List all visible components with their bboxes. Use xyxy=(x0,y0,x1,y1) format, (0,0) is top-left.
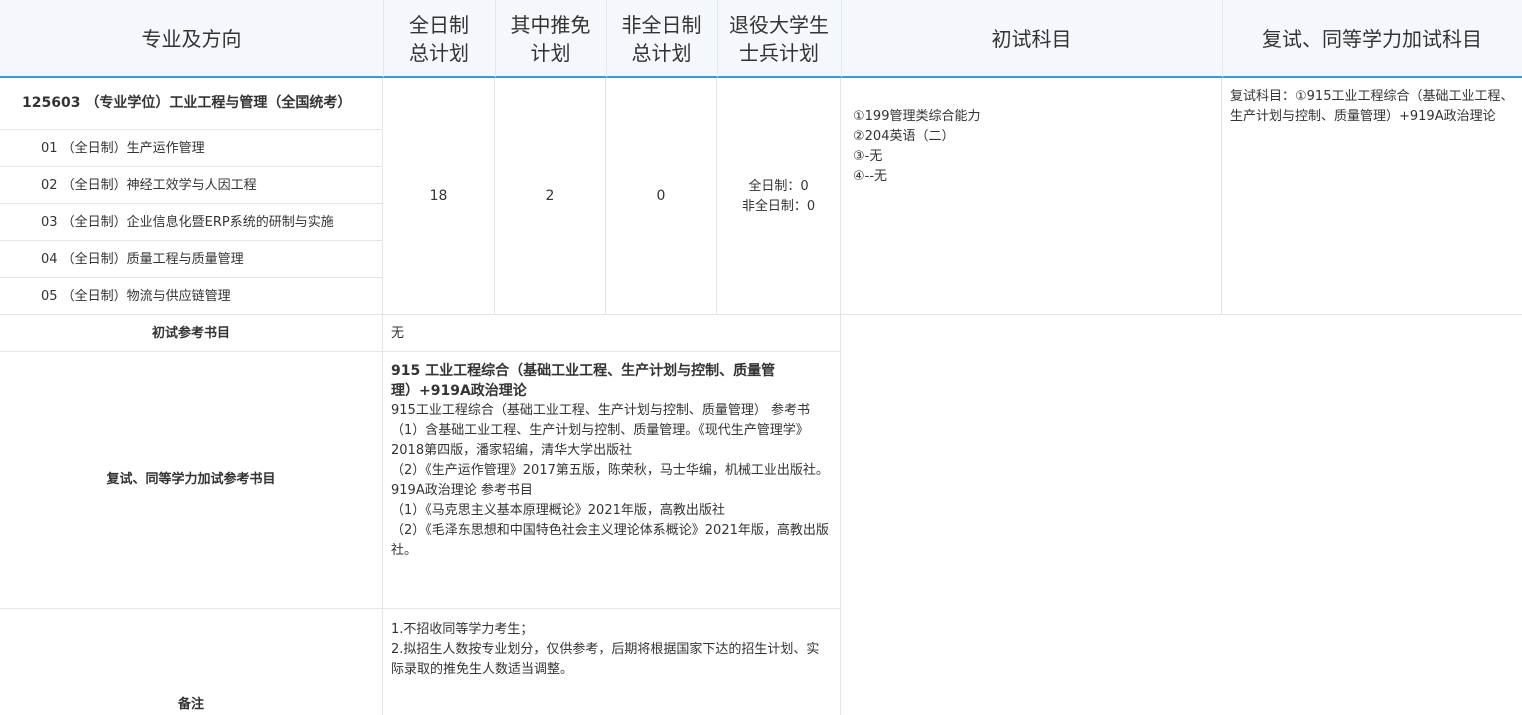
retest-refs-label: 复试、同等学力加试参考书目 xyxy=(106,472,276,487)
header-major: 专业及方向 xyxy=(0,0,384,77)
direction-item: 05 （全日制）物流与供应链管理 xyxy=(41,289,231,304)
part-plan-value: 0 xyxy=(656,188,666,204)
direction-item: 03 （全日制）企业信息化暨ERP系统的研制与实施 xyxy=(41,215,334,230)
direction-item: 02 （全日制）神经工效学与人因工程 xyxy=(41,178,257,193)
header-veteran: 退役大学生 士兵计划 xyxy=(717,0,842,77)
retest-refs-heading: 915 工业工程综合（基础工业工程、生产计划与控制、质量管理）+919A政治理论 xyxy=(391,363,776,399)
initial-refs-label: 初试参考书目 xyxy=(151,326,230,341)
program-title: 125603 （专业学位）工业工程与管理（全国统考） xyxy=(22,95,352,111)
header-part-plan: 非全日制 总计划 xyxy=(606,0,718,77)
header-full-plan: 全日制 总计划 xyxy=(383,0,496,77)
veteran-plan-value: 全日制：0 非全日制：0 xyxy=(741,179,816,214)
header-exempt: 其中推免 计划 xyxy=(495,0,607,77)
retest-subjects: 复试科目：①915工业工程综合（基础工业工程、生产计划与控制、质量管理）+919… xyxy=(1230,89,1514,124)
initial-subjects: ①199管理类综合能力 ②204英语（二） ③-无 ④--无 xyxy=(853,109,981,184)
direction-item: 04 （全日制）质量工程与质量管理 xyxy=(41,252,244,267)
retest-refs-body: 915工业工程综合（基础工业工程、生产计划与控制、质量管理） 参考书 （1）含基… xyxy=(391,403,829,558)
exempt-plan-value: 2 xyxy=(545,188,555,204)
remark-value: 1.不招收同等学力考生； 2.拟招生人数按专业划分，仅供参考，后期将根据国家下达… xyxy=(391,622,820,677)
header-initial-subjects: 初试科目 xyxy=(841,0,1223,77)
direction-item: 01 （全日制）生产运作管理 xyxy=(41,141,205,156)
full-plan-value: 18 xyxy=(429,188,448,204)
table-header: 专业及方向 全日制 总计划 其中推免 计划 非全日制 总计划 退役大学生 士兵计… xyxy=(0,0,1522,78)
remark-label: 备注 xyxy=(177,697,204,712)
header-retest-subjects: 复试、同等学力加试科目 xyxy=(1262,26,1482,51)
initial-refs-value: 无 xyxy=(391,326,405,341)
